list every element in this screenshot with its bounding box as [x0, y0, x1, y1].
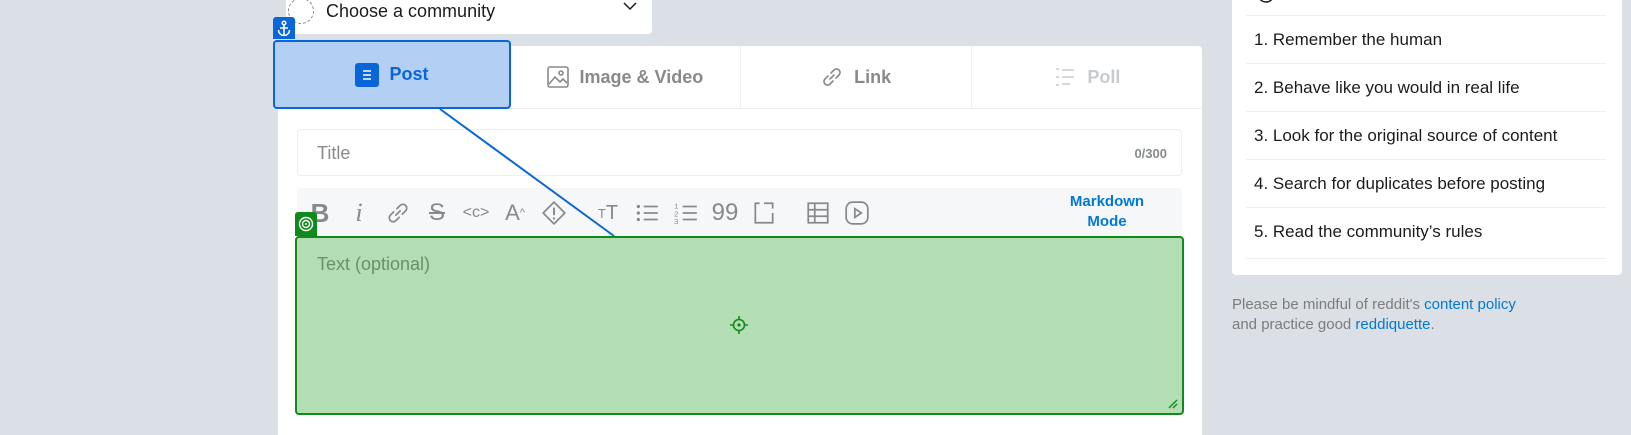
- rule-item: 5. Read the community’s rules: [1246, 207, 1606, 255]
- markdown-mode-line1: Markdown: [1069, 193, 1145, 210]
- numbered-list-icon[interactable]: 123: [673, 200, 699, 226]
- code-block-icon[interactable]: [751, 200, 777, 226]
- posting-rules-card: 1. Remember the human 2. Behave like you…: [1232, 0, 1622, 275]
- policy-text-mid: and practice good: [1232, 316, 1356, 333]
- community-selector-label: Choose a community: [326, 1, 496, 21]
- community-selector[interactable]: Choose a community: [286, 0, 652, 34]
- link-icon: [823, 68, 841, 86]
- link-icon[interactable]: [385, 200, 411, 226]
- tab-post-label: Post: [389, 64, 429, 84]
- spoiler-icon[interactable]: [541, 200, 567, 226]
- image-icon: [546, 66, 569, 88]
- crosshair-icon: [730, 316, 748, 334]
- tab-link[interactable]: Link: [741, 46, 972, 108]
- italic-icon[interactable]: i: [346, 198, 372, 227]
- text-body-placeholder: Text (optional): [317, 254, 431, 274]
- divider: [1246, 258, 1606, 259]
- content-policy-link[interactable]: content policy: [1424, 296, 1516, 313]
- editor-toolbar: B i S <c> A ^ TT 123 99 Markdown Mode: [297, 188, 1182, 238]
- reddit-avatar-icon: [1259, 0, 1273, 3]
- tab-poll[interactable]: Poll: [972, 46, 1202, 108]
- markdown-mode-line2: Mode: [1087, 213, 1127, 230]
- tab-image-video[interactable]: Image & Video: [509, 46, 741, 108]
- bulleted-list-icon[interactable]: [634, 200, 660, 226]
- tab-post-active[interactable]: Post: [273, 40, 511, 109]
- reddiquette-link[interactable]: reddiquette: [1355, 316, 1430, 333]
- anchor-icon: [273, 17, 295, 39]
- tab-link-label: Link: [854, 66, 892, 87]
- policy-text-pre: Please be mindful of reddit's: [1232, 296, 1425, 313]
- target-icon: [295, 212, 317, 236]
- title-char-count: 0/300: [1134, 146, 1167, 161]
- resize-handle-icon[interactable]: [1166, 397, 1178, 409]
- rule-item: 2. Behave like you would in real life: [1246, 63, 1606, 111]
- heading-icon[interactable]: TT: [595, 200, 621, 226]
- content-policy-note: Please be mindful of reddit's content po…: [1232, 295, 1572, 335]
- poll-icon: [1056, 68, 1075, 86]
- policy-text-post: .: [1430, 316, 1435, 333]
- superscript-icon[interactable]: A ^: [502, 200, 528, 226]
- table-icon[interactable]: [805, 200, 831, 226]
- rule-item: 4. Search for duplicates before posting: [1246, 159, 1606, 207]
- post-icon: [355, 62, 380, 87]
- strikethrough-icon[interactable]: S: [424, 199, 450, 226]
- quote-block-icon[interactable]: 99: [712, 199, 739, 226]
- tab-image-video-label: Image & Video: [579, 66, 704, 87]
- chevron-down-icon: [623, 2, 637, 11]
- svg-text:3: 3: [674, 217, 678, 226]
- title-input[interactable]: Title 0/300: [297, 129, 1182, 176]
- markdown-mode-button[interactable]: Markdown Mode: [1052, 192, 1162, 232]
- tab-poll-label: Poll: [1087, 66, 1121, 87]
- title-placeholder: Title: [317, 143, 351, 163]
- inline-code-icon[interactable]: <c>: [463, 200, 490, 226]
- rule-item: 1. Remember the human: [1246, 15, 1606, 63]
- embed-media-icon[interactable]: [844, 200, 870, 226]
- rule-item: 3. Look for the original source of conte…: [1246, 111, 1606, 159]
